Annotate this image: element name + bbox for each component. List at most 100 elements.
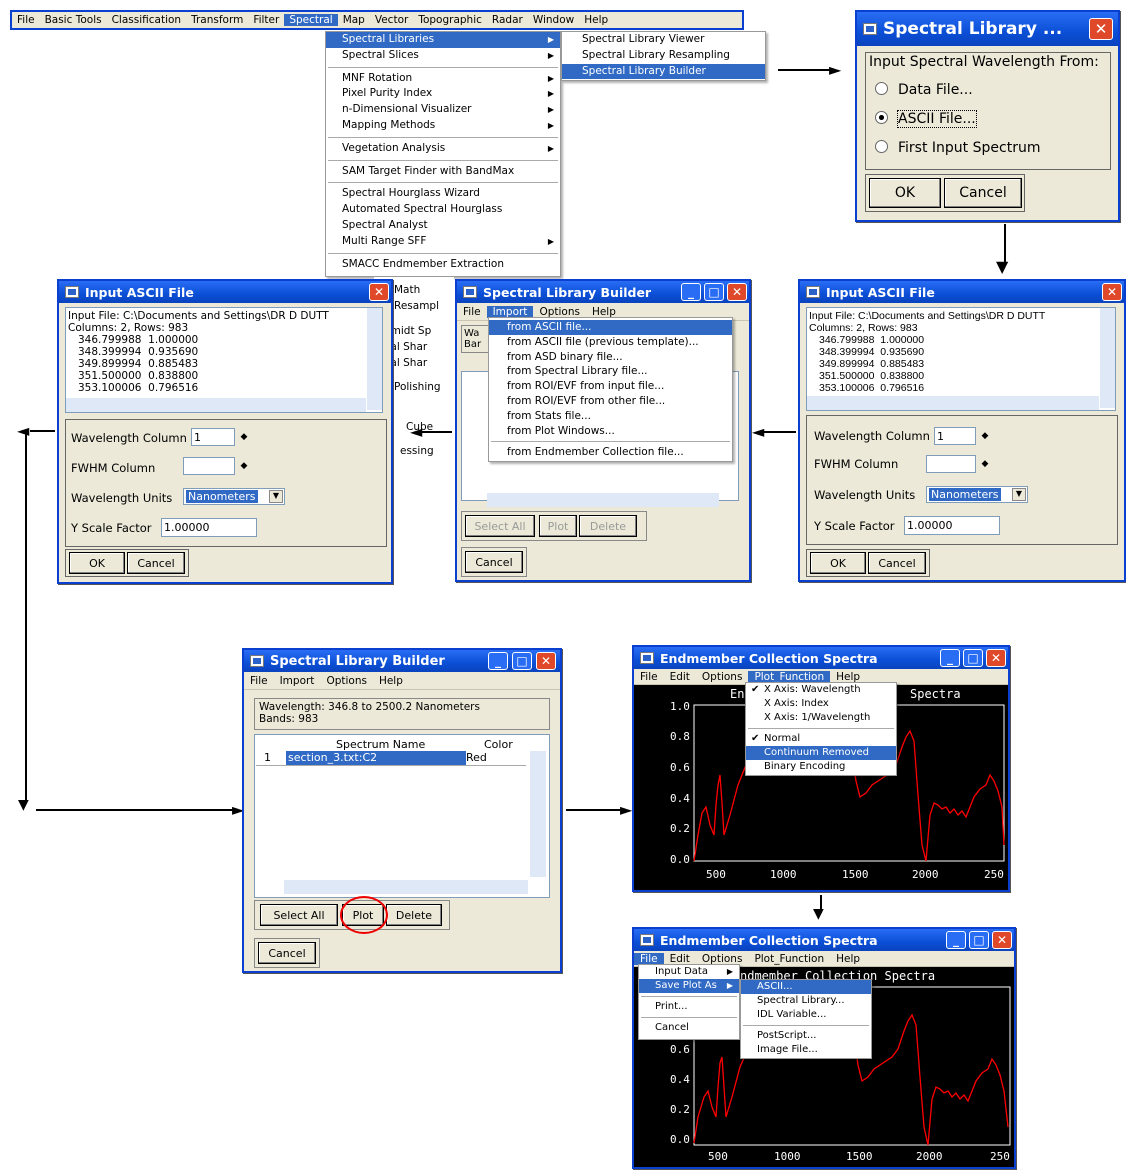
close-button[interactable]: ✕ bbox=[1102, 283, 1122, 301]
menu-help[interactable]: Help bbox=[579, 14, 613, 26]
menu-basic-tools[interactable]: Basic Tools bbox=[40, 14, 107, 26]
menu-item-spectral-libraries[interactable]: Spectral Libraries ▶ bbox=[326, 32, 560, 48]
close-button[interactable]: ✕ bbox=[1089, 18, 1113, 40]
menu-file[interactable]: File bbox=[244, 675, 274, 687]
wl-col-spinner[interactable]: ◆ bbox=[978, 428, 992, 444]
radio-first-spectrum[interactable]: First Input Spectrum bbox=[875, 140, 1040, 156]
menu-item-x-index[interactable]: X Axis: Index bbox=[746, 697, 896, 711]
menu-spectral[interactable]: Spectral bbox=[284, 14, 338, 26]
menu-item-from-roi-input[interactable]: from ROI/EVF from input file... bbox=[489, 379, 732, 394]
ok-button[interactable]: OK bbox=[869, 178, 941, 208]
cancel-button[interactable]: Cancel bbox=[465, 551, 523, 573]
menu-item-save-idl[interactable]: IDL Variable... bbox=[741, 1008, 871, 1022]
menu-item-smacc[interactable]: SMACC Endmember Extraction bbox=[326, 257, 560, 273]
cancel-button[interactable]: Cancel bbox=[868, 552, 926, 574]
menu-options[interactable]: Options bbox=[533, 306, 586, 318]
fwhm-spinner[interactable]: ◆ bbox=[237, 458, 251, 474]
cancel-button[interactable]: Cancel bbox=[127, 552, 185, 574]
menu-item-auto-hourglass[interactable]: Automated Spectral Hourglass bbox=[326, 202, 560, 218]
ok-button[interactable]: OK bbox=[810, 552, 866, 574]
delete-button[interactable]: Delete bbox=[386, 904, 442, 926]
menu-item-from-roi-other[interactable]: from ROI/EVF from other file... bbox=[489, 394, 732, 409]
menu-item-multi-range-sff[interactable]: Multi Range SFF ▶ bbox=[326, 234, 560, 250]
menu-item-continuum-removed[interactable]: Continuum Removed bbox=[746, 746, 896, 760]
menu-item-pixel-purity[interactable]: Pixel Purity Index ▶ bbox=[326, 86, 560, 102]
menu-help[interactable]: Help bbox=[830, 953, 866, 965]
close-button[interactable]: ✕ bbox=[727, 283, 747, 301]
table-row[interactable]: 1 section_3.txt:C2 Red bbox=[256, 751, 526, 766]
menu-options[interactable]: Options bbox=[696, 671, 749, 683]
menu-edit[interactable]: Edit bbox=[664, 671, 696, 683]
menu-file[interactable]: File bbox=[634, 952, 664, 965]
menu-file[interactable]: File bbox=[12, 14, 40, 26]
yscale-field[interactable]: 1.00000 bbox=[904, 516, 1000, 535]
radio-data-file[interactable]: Data File... bbox=[875, 82, 973, 98]
menu-item-from-ascii[interactable]: from ASCII file... bbox=[489, 320, 732, 335]
minimize-button[interactable]: _ bbox=[488, 652, 508, 670]
menu-plot-function[interactable]: Plot_Function bbox=[748, 670, 831, 683]
select-all-button[interactable]: Select All bbox=[465, 515, 535, 537]
menu-item-library-viewer[interactable]: Spectral Library Viewer bbox=[562, 32, 765, 48]
menu-map[interactable]: Map bbox=[338, 14, 370, 26]
menu-topographic[interactable]: Topographic bbox=[413, 14, 487, 26]
menu-import[interactable]: Import bbox=[486, 305, 534, 318]
menu-item-save-ascii[interactable]: ASCII... bbox=[741, 980, 871, 994]
menu-item-save-postscript[interactable]: PostScript... bbox=[741, 1029, 871, 1043]
menu-item-hourglass-wizard[interactable]: Spectral Hourglass Wizard bbox=[326, 186, 560, 202]
close-button[interactable]: ✕ bbox=[992, 931, 1012, 949]
menu-item-cancel[interactable]: Cancel bbox=[639, 1021, 739, 1035]
maximize-button[interactable]: □ bbox=[969, 931, 989, 949]
menu-item-mnf-rotation[interactable]: MNF Rotation ▶ bbox=[326, 71, 560, 87]
minimize-button[interactable]: _ bbox=[946, 931, 966, 949]
horizontal-scrollbar[interactable] bbox=[807, 396, 1099, 410]
menu-item-from-speclib[interactable]: from Spectral Library file... bbox=[489, 364, 732, 379]
delete-button[interactable]: Delete bbox=[579, 515, 637, 537]
menu-item-binary-encoding[interactable]: Binary Encoding bbox=[746, 760, 896, 774]
wl-col-field[interactable]: 1 bbox=[934, 427, 976, 445]
cancel-button[interactable]: Cancel bbox=[258, 942, 316, 964]
vertical-scrollbar[interactable] bbox=[530, 751, 546, 877]
close-button[interactable]: ✕ bbox=[536, 652, 556, 670]
menu-item-input-data[interactable]: Input Data ▶ bbox=[639, 965, 739, 979]
menu-item-from-endmember[interactable]: from Endmember Collection file... bbox=[489, 445, 732, 460]
menu-radar[interactable]: Radar bbox=[487, 14, 528, 26]
menu-item-x-inverse[interactable]: X Axis: 1/Wavelength bbox=[746, 711, 896, 725]
wl-col-spinner[interactable]: ◆ bbox=[237, 429, 251, 445]
menu-file[interactable]: File bbox=[457, 306, 487, 318]
vertical-scrollbar[interactable] bbox=[1100, 308, 1115, 408]
horizontal-scrollbar[interactable] bbox=[66, 398, 366, 412]
fwhm-field[interactable] bbox=[183, 457, 235, 475]
menu-help[interactable]: Help bbox=[830, 671, 866, 683]
fwhm-field[interactable] bbox=[926, 455, 976, 473]
menu-item-library-resampling[interactable]: Spectral Library Resampling bbox=[562, 48, 765, 64]
menu-item-print[interactable]: Print... bbox=[639, 1000, 739, 1014]
ok-button[interactable]: OK bbox=[69, 552, 125, 574]
yscale-field[interactable]: 1.00000 bbox=[161, 518, 257, 537]
menu-options[interactable]: Options bbox=[320, 675, 373, 687]
menu-item-save-plot-as[interactable]: Save Plot As ▶ bbox=[639, 979, 739, 993]
menu-item-spectral-analyst[interactable]: Spectral Analyst bbox=[326, 218, 560, 234]
maximize-button[interactable]: □ bbox=[963, 649, 983, 667]
menu-classification[interactable]: Classification bbox=[107, 14, 186, 26]
select-all-button[interactable]: Select All bbox=[260, 904, 338, 926]
close-button[interactable]: ✕ bbox=[986, 649, 1006, 667]
menu-item-sam-target[interactable]: SAM Target Finder with BandMax bbox=[326, 164, 560, 180]
horizontal-scrollbar[interactable] bbox=[487, 493, 719, 507]
plot-button[interactable]: Plot bbox=[539, 515, 577, 537]
vertical-scrollbar[interactable] bbox=[367, 308, 382, 410]
fwhm-spinner[interactable]: ◆ bbox=[978, 456, 992, 472]
minimize-button[interactable]: _ bbox=[681, 283, 701, 301]
menu-item-from-ascii-template[interactable]: from ASCII file (previous template)... bbox=[489, 335, 732, 350]
menu-item-save-image[interactable]: Image File... bbox=[741, 1043, 871, 1057]
menu-help[interactable]: Help bbox=[586, 306, 622, 318]
menu-item-mapping-methods[interactable]: Mapping Methods ▶ bbox=[326, 118, 560, 134]
menu-file[interactable]: File bbox=[634, 671, 664, 683]
menu-item-save-speclib[interactable]: Spectral Library... bbox=[741, 994, 871, 1008]
menu-filter[interactable]: Filter bbox=[248, 14, 284, 26]
units-select[interactable]: Nanometers ▼ bbox=[183, 488, 285, 505]
horizontal-scrollbar[interactable] bbox=[284, 880, 528, 894]
units-select[interactable]: Nanometers ▼ bbox=[926, 486, 1028, 503]
close-button[interactable]: ✕ bbox=[369, 283, 389, 301]
radio-ascii-file[interactable]: ASCII File... bbox=[875, 110, 977, 128]
menu-item-from-plot[interactable]: from Plot Windows... bbox=[489, 424, 732, 439]
